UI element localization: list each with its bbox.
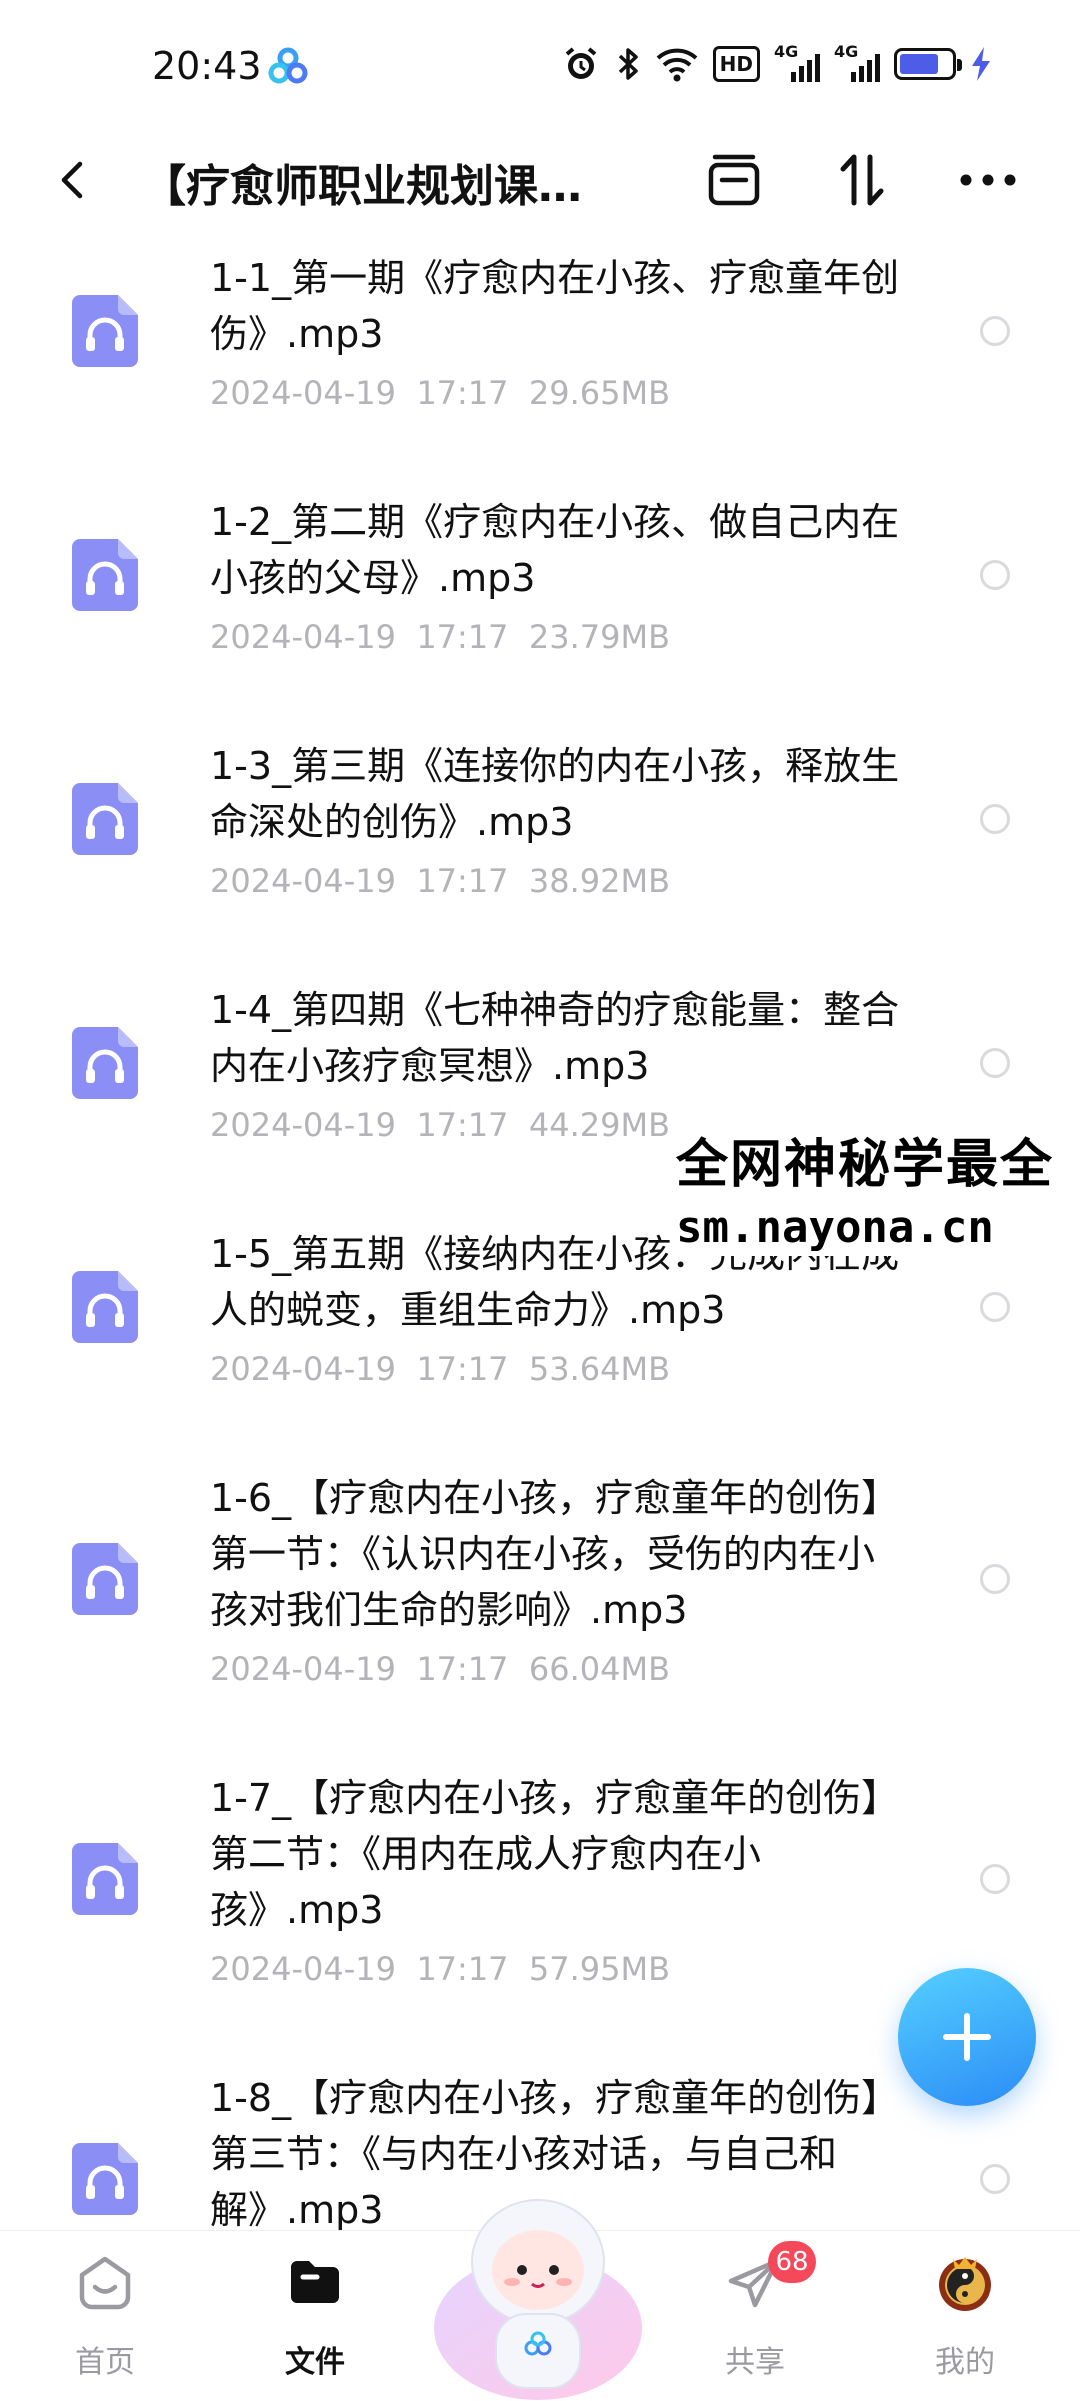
battery-icon — [894, 42, 962, 86]
file-meta: 2024-04-19 17:17 53.64MB — [210, 1350, 671, 1388]
file-meta: 2024-04-19 17:17 44.29MB — [210, 1106, 671, 1144]
folder-icon — [291, 2261, 339, 2303]
select-checkbox[interactable] — [980, 804, 1010, 834]
file-name: 1-3_第三期《连接你的内在小孩，释放生命深处的创伤》.mp3 — [210, 744, 900, 844]
more-icon — [960, 174, 1016, 186]
status-bar: 20:43 HD 4G 4G — [0, 0, 1080, 132]
select-all-icon — [708, 154, 760, 206]
wifi-icon — [655, 42, 699, 86]
nav-label-files: 文件 — [285, 2345, 345, 2380]
audio-file-icon — [72, 295, 138, 367]
signal-icon: 4G — [834, 42, 880, 86]
file-meta: 2024-04-19 17:17 66.04MB — [210, 1650, 671, 1688]
status-icons: HD 4G 4G — [561, 42, 992, 86]
hd-icon: HD — [712, 46, 760, 82]
file-name: 1-1_第一期《疗愈内在小孩、疗愈童年创伤》.mp3 — [210, 256, 900, 356]
audio-file-icon — [72, 1271, 138, 1343]
mascot-icon[interactable] — [428, 2178, 648, 2400]
alarm-icon — [561, 42, 601, 86]
plus-icon — [943, 2013, 991, 2061]
sort-button[interactable] — [830, 148, 894, 212]
file-item[interactable]: 1-6_【疗愈内在小孩，疗愈童年的创伤】第一节：《认识内在小孩，受伤的内在小孩对… — [0, 1448, 1080, 1688]
select-checkbox[interactable] — [980, 2164, 1010, 2194]
audio-file-icon — [72, 1843, 138, 1915]
file-name: 1-7_【疗愈内在小孩，疗愈童年的创伤】第二节：《用内在成人疗愈内在小孩》.mp… — [210, 1776, 900, 1932]
bluetooth-icon — [615, 42, 641, 86]
audio-file-icon — [72, 2143, 138, 2215]
nav-item-share[interactable]: 68 共享 — [680, 2231, 830, 2401]
audio-file-icon — [72, 1543, 138, 1615]
select-all-button[interactable] — [702, 148, 766, 212]
file-meta: 2024-04-19 17:17 57.95MB — [210, 1950, 671, 1988]
sort-icon — [840, 154, 884, 206]
watermark-text: 全网神秘学最全 — [676, 1135, 1055, 1195]
charging-icon — [970, 42, 992, 86]
select-checkbox[interactable] — [980, 1292, 1010, 1322]
select-checkbox[interactable] — [980, 1048, 1010, 1078]
file-name: 1-4_第四期《七种神奇的疗愈能量：整合内在小孩疗愈冥想》.mp3 — [210, 988, 900, 1088]
signal-icon: 4G — [774, 42, 820, 86]
file-item[interactable]: 1-7_【疗愈内在小孩，疗愈童年的创伤】第二节：《用内在成人疗愈内在小孩》.mp… — [0, 1748, 1080, 1988]
nav-label-home: 首页 — [75, 2345, 135, 2380]
audio-file-icon — [72, 539, 138, 611]
page-title: 【疗愈师职业规划课程】 — [142, 161, 612, 212]
nav-label-mine: 我的 — [935, 2345, 995, 2380]
file-meta: 2024-04-19 17:17 29.65MB — [210, 374, 671, 412]
file-name: 1-6_【疗愈内在小孩，疗愈童年的创伤】第一节：《认识内在小孩，受伤的内在小孩对… — [210, 1476, 900, 1632]
file-meta: 2024-04-19 17:17 38.92MB — [210, 862, 671, 900]
status-time: 20:43 — [152, 44, 262, 88]
file-item[interactable]: 1-3_第三期《连接你的内在小孩，释放生命深处的创伤》.mp3 2024-04-1… — [0, 716, 1080, 956]
select-checkbox[interactable] — [980, 560, 1010, 590]
header: 【疗愈师职业规划课程】 — [0, 132, 1080, 228]
more-button[interactable] — [956, 148, 1020, 212]
watermark-url: sm.nayona.cn — [676, 1202, 994, 1253]
add-button[interactable] — [898, 1968, 1036, 2106]
nav-label-share: 共享 — [725, 2345, 785, 2380]
audio-file-icon — [72, 1027, 138, 1099]
nav-item-home[interactable]: 首页 — [30, 2231, 180, 2401]
nav-item-mine[interactable]: 我的 — [890, 2231, 1040, 2401]
file-item[interactable]: 1-1_第一期《疗愈内在小孩、疗愈童年创伤》.mp3 2024-04-19 17:… — [0, 228, 1080, 468]
notification-badge: 68 — [768, 2241, 816, 2283]
select-checkbox[interactable] — [980, 1564, 1010, 1594]
file-item[interactable]: 1-2_第二期《疗愈内在小孩、做自己内在小孩的父母》.mp3 2024-04-19… — [0, 472, 1080, 712]
audio-file-icon — [72, 783, 138, 855]
watermark: 全网神秘学最全 sm.nayona.cn — [676, 1130, 1076, 1256]
back-icon[interactable] — [46, 152, 102, 208]
nav-item-files[interactable]: 文件 — [240, 2231, 390, 2401]
file-name: 1-2_第二期《疗愈内在小孩、做自己内在小孩的父母》.mp3 — [210, 500, 900, 600]
avatar-icon — [939, 2257, 991, 2311]
baidu-cloud-icon — [268, 47, 308, 84]
file-meta: 2024-04-19 17:17 23.79MB — [210, 618, 671, 656]
select-checkbox[interactable] — [980, 1864, 1010, 1894]
home-icon — [79, 2256, 131, 2310]
select-checkbox[interactable] — [980, 316, 1010, 346]
